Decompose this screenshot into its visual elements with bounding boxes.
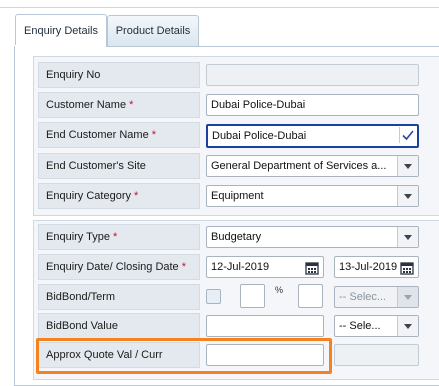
top-bar-divider xyxy=(0,7,439,8)
checkmark-icon[interactable] xyxy=(399,127,416,143)
bidbond-term-select[interactable]: -- Selec... xyxy=(334,286,419,308)
approx-quote-currency-field xyxy=(334,344,419,366)
enquiry-type-label-text: Enquiry Type xyxy=(46,231,111,243)
enquiry-category-value: Equipment xyxy=(211,190,264,202)
customer-name-label: Customer Name * xyxy=(38,92,200,118)
tab-enquiry-details-label: Enquiry Details xyxy=(24,25,98,37)
enquiry-dates-label: Enquiry Date/ Closing Date * xyxy=(38,254,200,280)
enquiry-type-select[interactable]: Budgetary xyxy=(206,226,419,248)
customer-name-field[interactable]: Dubai Police-Dubai xyxy=(206,94,419,116)
bidbond-value-field[interactable] xyxy=(206,315,324,337)
enquiry-category-select[interactable]: Equipment xyxy=(206,185,419,207)
closing-date-value: 13-Jul-2019 xyxy=(339,261,398,273)
required-marker: * xyxy=(151,129,156,141)
closing-date-field[interactable]: 13-Jul-2019 xyxy=(334,256,419,278)
tab-product-details[interactable]: Product Details xyxy=(107,15,199,46)
tab-enquiry-details[interactable]: Enquiry Details xyxy=(15,14,107,47)
bidbond-term-field[interactable] xyxy=(298,284,323,308)
approx-quote-highlight xyxy=(36,338,332,374)
chevron-down-icon[interactable] xyxy=(397,186,418,206)
bidbond-percent-field[interactable] xyxy=(240,284,265,308)
enquiry-dates-label-text: Enquiry Date/ Closing Date xyxy=(46,261,179,273)
enquiry-category-label-text: Enquiry Category xyxy=(46,190,131,202)
active-tab-joiner xyxy=(15,45,106,47)
enquiry-no-label: Enquiry No xyxy=(38,62,200,88)
required-marker: * xyxy=(134,190,139,202)
end-customer-name-label: End Customer Name * xyxy=(38,122,200,148)
end-customer-site-label: End Customer's Site xyxy=(38,153,200,179)
calendar-icon[interactable] xyxy=(302,258,322,277)
enquiry-category-label: Enquiry Category * xyxy=(38,183,200,209)
end-customer-name-field[interactable]: Dubai Police-Dubai xyxy=(206,124,419,148)
bidbond-term-label: BidBond/Term xyxy=(38,284,200,310)
bidbond-term-select-value: -- Selec... xyxy=(339,291,387,303)
bidbond-term-label-text: BidBond/Term xyxy=(46,291,116,303)
calendar-icon[interactable] xyxy=(397,258,417,277)
end-customer-site-select[interactable]: General Department of Services a... xyxy=(206,155,419,177)
required-marker: * xyxy=(181,261,186,273)
end-customer-site-label-text: End Customer's Site xyxy=(46,160,146,172)
bidbond-value-label: BidBond Value xyxy=(38,313,200,339)
percent-symbol: % xyxy=(275,285,284,295)
chevron-down-icon[interactable] xyxy=(397,227,418,247)
enquiry-date-value: 12-Jul-2019 xyxy=(211,261,270,273)
enquiry-no-field xyxy=(206,64,419,86)
enquiry-date-field[interactable]: 12-Jul-2019 xyxy=(206,256,324,278)
end-customer-name-value: Dubai Police-Dubai xyxy=(212,130,307,142)
bidbond-currency-value: -- Sele... xyxy=(339,320,381,332)
chevron-down-icon[interactable] xyxy=(397,287,418,307)
customer-name-label-text: Customer Name xyxy=(46,99,127,111)
chevron-down-icon[interactable] xyxy=(397,316,418,336)
enquiry-type-label: Enquiry Type * xyxy=(38,224,200,250)
end-customer-site-value: General Department of Services a... xyxy=(211,160,387,172)
chevron-down-icon[interactable] xyxy=(397,156,418,176)
enquiry-type-value: Budgetary xyxy=(211,231,262,243)
required-marker: * xyxy=(113,231,118,243)
bidbond-value-label-text: BidBond Value xyxy=(46,320,118,332)
customer-name-value: Dubai Police-Dubai xyxy=(211,99,306,111)
bidbond-currency-select[interactable]: -- Sele... xyxy=(334,315,419,337)
bidbond-checkbox[interactable] xyxy=(206,289,221,304)
required-marker: * xyxy=(129,99,134,111)
end-customer-name-label-text: End Customer Name xyxy=(46,129,149,141)
tab-product-details-label: Product Details xyxy=(115,25,191,37)
enquiry-no-label-text: Enquiry No xyxy=(46,69,101,81)
